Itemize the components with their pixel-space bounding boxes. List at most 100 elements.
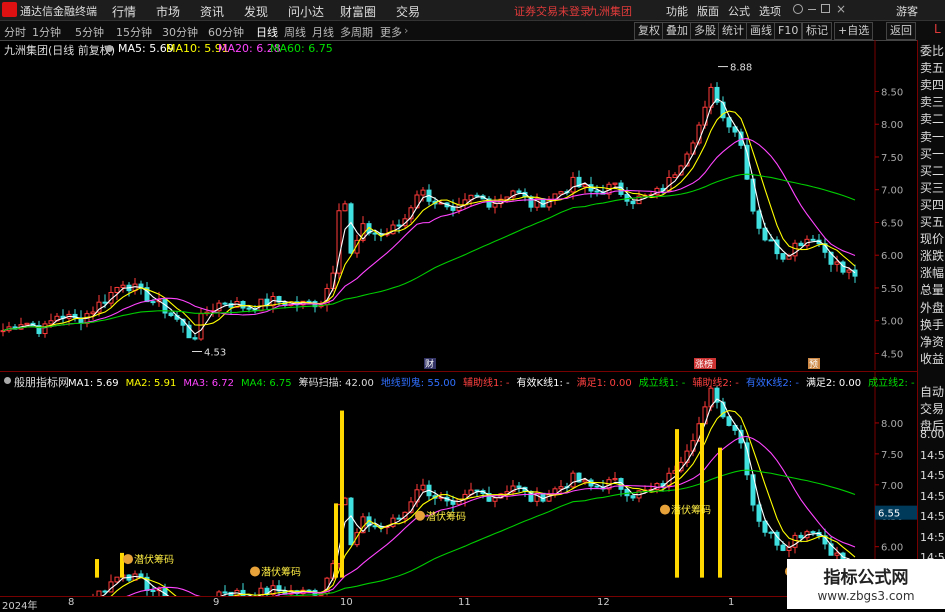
candle-body	[726, 416, 732, 426]
user-icon[interactable]	[793, 4, 803, 14]
menu-options[interactable]: 选项	[759, 3, 781, 19]
side-panel-toggle-icon[interactable]: L	[934, 22, 941, 36]
side-item: 卖三	[920, 95, 945, 110]
indicator-settings-icon[interactable]	[4, 377, 11, 384]
ma-line	[2, 137, 856, 332]
side-time: 14:56	[920, 530, 945, 544]
candle-body	[102, 590, 108, 593]
candle-body	[420, 484, 426, 491]
signal-badge-icon	[660, 504, 670, 515]
signal-label: 潜伏筹码	[671, 504, 711, 517]
candle-body	[798, 242, 804, 247]
minimize-icon[interactable]	[808, 9, 816, 10]
period-more[interactable]: 更多	[380, 24, 402, 40]
period-daily[interactable]: 日线	[256, 24, 278, 40]
candle-body	[492, 203, 498, 208]
add-watchlist-button[interactable]: +自选	[834, 22, 874, 40]
candle-body	[756, 210, 762, 229]
menu-wealth-circle[interactable]: 财富圈	[340, 3, 376, 20]
side-lower-item[interactable]: 交易	[920, 400, 944, 417]
y-tick-label: 7.00	[881, 481, 903, 492]
signal-label: 潜伏筹码	[261, 565, 301, 578]
draw-button[interactable]: 画线	[746, 22, 776, 40]
back-button[interactable]: 返回	[886, 22, 916, 40]
indicator-legend: MA1: 5.69 MA2: 5.91 MA3: 6.72 MA4: 6.75 筹码扫描…	[68, 374, 922, 389]
main-candle-chart[interactable]: 8.50 8.00 7.50 7.00 6.50 6.00 5.50 5.00 4.50 8.88…	[0, 40, 917, 370]
mark-button[interactable]: 标记	[802, 22, 832, 40]
menu-trade[interactable]: 交易	[396, 3, 420, 20]
candle-body	[852, 269, 858, 277]
signal-badge-icon	[250, 566, 260, 577]
period-30min[interactable]: 30分钟	[162, 24, 198, 40]
period-15min[interactable]: 15分钟	[116, 24, 152, 40]
y-tick-label: 6.50	[881, 218, 903, 229]
side-item: 买四	[920, 197, 945, 212]
signal-bar	[334, 503, 338, 578]
y-tick-label: 4.50	[881, 349, 903, 360]
x-label: 2024年	[2, 601, 38, 612]
guest-label[interactable]: 游客	[896, 3, 918, 19]
time-axis: 2024年 8 9 10 11 12 1	[0, 596, 917, 612]
period-5min[interactable]: 5分钟	[75, 24, 104, 40]
candle-body	[612, 182, 618, 185]
f10-button[interactable]: F10	[774, 22, 803, 40]
menu-layout[interactable]: 版面	[697, 3, 719, 19]
period-multi[interactable]: 多周期	[340, 24, 373, 40]
candle-body	[258, 298, 264, 312]
side-item: 委比	[920, 44, 945, 58]
overlay-button[interactable]: 叠加	[662, 22, 692, 40]
period-60min[interactable]: 60分钟	[208, 24, 244, 40]
menu-market[interactable]: 市场	[156, 3, 180, 20]
side-lower-item[interactable]: 自动	[920, 383, 944, 400]
candle-body	[810, 238, 816, 241]
side-item: 涨幅	[920, 266, 945, 281]
chevron-right-icon[interactable]: ›	[404, 24, 408, 37]
menu-ask-xiaoda[interactable]: 问小达	[288, 3, 324, 20]
signal-bar	[700, 422, 704, 578]
candle-body	[630, 495, 636, 499]
close-icon[interactable]: ×	[836, 2, 846, 16]
candle-body	[570, 472, 576, 488]
menu-formula[interactable]: 公式	[728, 3, 750, 19]
candle-body	[474, 194, 480, 197]
indicator-legend-item: MA2: 5.91	[125, 378, 177, 389]
candle-body	[342, 203, 348, 212]
indicator-legend-item: 辅助线2: -	[692, 378, 739, 389]
indicator-legend-item: MA4: 6.75	[240, 378, 292, 389]
period-1min[interactable]: 1分钟	[32, 24, 61, 40]
indicator-legend-item: 有效K线1: -	[516, 378, 570, 389]
low-price-label: 4.53	[204, 347, 226, 358]
indicator-plot[interactable]: 8.007.507.006.506.005.506.55潜伏筹码潜伏筹码潜伏筹码…	[0, 372, 917, 596]
side-time: 14:56	[920, 448, 945, 462]
candle-body	[150, 590, 156, 593]
menu-quotes[interactable]: 行情	[112, 3, 136, 20]
adjust-button[interactable]: 复权	[634, 22, 664, 40]
side-item: 现价	[920, 232, 945, 247]
ma-line	[2, 110, 856, 332]
candle-body	[42, 323, 48, 335]
side-item: 买五	[920, 215, 945, 229]
multi-stock-button[interactable]: 多股	[690, 22, 720, 40]
candle-body	[24, 322, 30, 326]
candle-body	[168, 312, 174, 317]
period-tick[interactable]: 分时	[4, 24, 26, 40]
settings-dot-icon[interactable]	[106, 45, 113, 52]
period-weekly[interactable]: 周线	[284, 24, 306, 40]
signal-bar	[675, 429, 679, 578]
candle-body	[120, 284, 126, 288]
ma60-label: MA60: 6.75	[270, 42, 333, 55]
candle-body	[594, 485, 600, 488]
side-item: 买二	[920, 163, 945, 178]
menu-function[interactable]: 功能	[666, 3, 688, 19]
maximize-icon[interactable]	[821, 4, 830, 13]
side-item: 涨跌	[920, 249, 945, 264]
high-price-label: 8.88	[730, 63, 752, 74]
login-notice[interactable]: 证券交易未登录	[514, 3, 591, 19]
menu-news[interactable]: 资讯	[200, 3, 224, 20]
period-monthly[interactable]: 月线	[312, 24, 334, 40]
x-label: 10	[340, 597, 353, 608]
indicator-chart[interactable]: 8.007.507.006.506.005.506.55潜伏筹码潜伏筹码潜伏筹码…	[0, 371, 917, 596]
candlestick-chart[interactable]: 8.50 8.00 7.50 7.00 6.50 6.00 5.50 5.00 4.50 8.88…	[0, 40, 917, 370]
statistics-button[interactable]: 统计	[718, 22, 748, 40]
menu-discover[interactable]: 发现	[244, 3, 268, 20]
